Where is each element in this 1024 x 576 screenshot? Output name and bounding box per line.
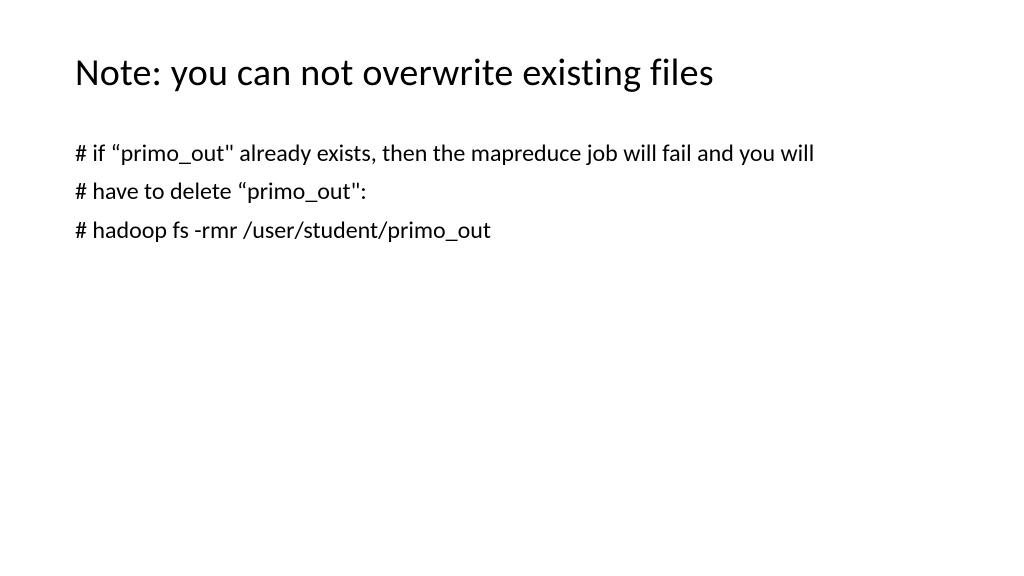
body-line-1: # if “primo_out" already exists, then th…	[75, 138, 949, 170]
slide-body: # if “primo_out" already exists, then th…	[75, 138, 949, 247]
slide-title: Note: you can not overwrite existing fil…	[75, 50, 949, 96]
body-line-2: # have to delete “primo_out":	[75, 176, 949, 208]
body-line-3: # hadoop fs -rmr /user/student/primo_out	[75, 215, 949, 247]
